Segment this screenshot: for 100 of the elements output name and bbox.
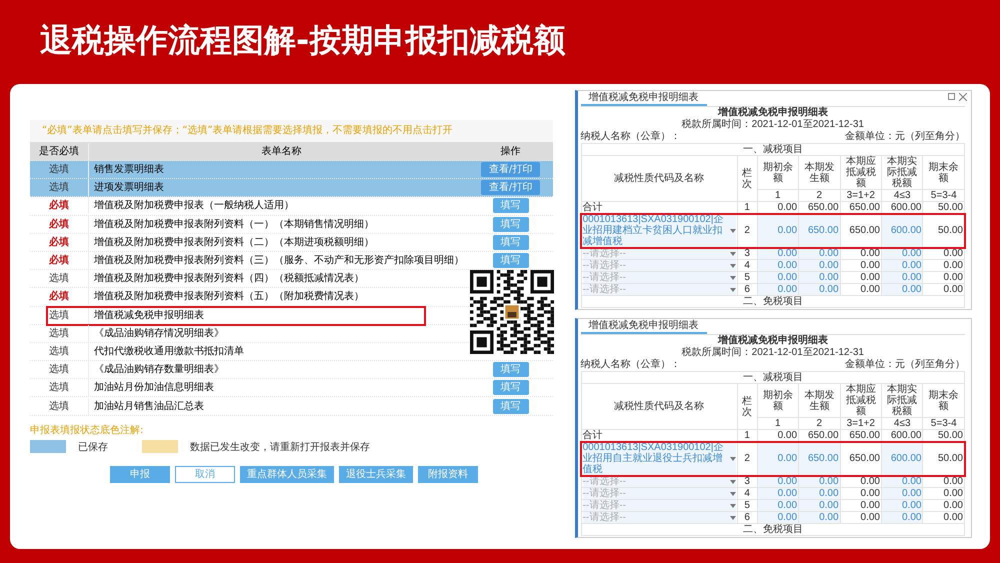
amount-cell: 0.00 (840, 512, 882, 524)
column-header: 本期应抵减税额 (840, 156, 882, 190)
action-button[interactable]: 填写 (492, 398, 529, 414)
form-name-cell: 增值税减免税申报明细表 (88, 306, 469, 324)
line-number: 6 (737, 284, 758, 296)
amount-cell: 0.00 (882, 284, 923, 296)
report-title: 增值税减免税申报明细表 (716, 335, 829, 346)
column-number: 5=3-4 (922, 418, 964, 430)
amount-cell: 0.00 (922, 248, 964, 260)
form-name-cell: 代扣代缴税收通用缴款书抵扣清单 (88, 342, 469, 360)
action-button[interactable]: 查看/打印 (480, 162, 540, 178)
caret-icon (730, 264, 736, 268)
amount-cell: 0.00 (922, 488, 964, 500)
dropdown-field[interactable]: --请选择-- (582, 500, 736, 511)
tab[interactable]: 增值税减免税申报明细表 (580, 320, 707, 334)
column-header: 本期发生额 (798, 384, 840, 418)
taxpayer-label: 纳税人名称（公章）： (580, 131, 681, 143)
caret-icon (730, 504, 736, 508)
requirement-cell-text: 必填 (48, 198, 70, 214)
caret-icon (730, 288, 736, 292)
dropdown-field[interactable]: --请选择-- (582, 260, 736, 271)
requirement-cell-text: 选填 (48, 308, 70, 323)
action-button[interactable]: 填写 (492, 380, 529, 396)
line-number: 6 (737, 512, 758, 524)
requirement-cell-text: 选填 (48, 180, 70, 196)
column-header: 减税性质代码及名称 (581, 156, 738, 202)
action-button[interactable]: 填写 (492, 362, 529, 378)
dropdown-field[interactable]: --请选择-- (582, 272, 736, 283)
form-name-cell: 增值税及附加税费申报表附列资料（三）（服务、不动产和无形资产扣除项目明细） (88, 252, 469, 270)
requirement-cell-text: 必填 (48, 236, 70, 250)
legend-label: 数据已发生改变，请重新打开报表并保存 (190, 440, 370, 454)
amount-cell: 0.00 (840, 284, 882, 296)
column-header: 期初余额 (757, 156, 799, 190)
caret-icon (730, 480, 736, 484)
action-button[interactable]: 填写 (492, 198, 529, 214)
action-button[interactable]: 填写 (492, 216, 529, 232)
amount-cell: 0.00 (922, 260, 964, 272)
column-number: 1 (757, 190, 799, 202)
form-name-cell: 增值税及附加税费申报表附列资料（五）（附加税费情况表） (88, 288, 469, 306)
form-name-cell: 销售发票明细表 (88, 161, 469, 178)
column-number: 4≤3 (882, 418, 923, 430)
column-header: 期末余额 (922, 156, 964, 190)
line-number: 3 (737, 248, 758, 260)
column-header: 期初余额 (757, 384, 799, 418)
amount-cell: 0.00 (882, 272, 923, 284)
requirement-cell-text: 选填 (48, 362, 70, 378)
close-icon[interactable] (959, 93, 967, 101)
action-button[interactable]: 填写 (492, 234, 529, 250)
column-header: 是否必填 (38, 144, 80, 158)
form-name-cell: 《成品油购销存情况明细表》 (88, 324, 469, 342)
legend-label: 已保存 (78, 440, 108, 454)
column-number: 4≤3 (882, 190, 923, 202)
amount-cell: 0.00 (922, 284, 964, 296)
period-text: 税款所属时间：2021-12-01至2021-12-31 (680, 119, 865, 130)
form-name-cell: 进项发票明细表 (88, 179, 469, 196)
amount-cell: 0.00 (757, 214, 799, 248)
requirement-cell-text: 必填 (48, 290, 70, 304)
form-button[interactable]: 附报资料 (418, 466, 478, 483)
column-header: 本期发生额 (798, 156, 840, 190)
action-button[interactable]: 填写 (492, 253, 529, 268)
dropdown-field[interactable]: --请选择-- (582, 488, 736, 499)
total-label: 合计 (582, 430, 603, 441)
amount-cell: 0.00 (922, 476, 964, 488)
requirement-cell-text: 选填 (48, 326, 70, 341)
action-button[interactable]: 查看/打印 (480, 180, 540, 196)
form-button[interactable]: 取消 (175, 466, 235, 483)
tab[interactable]: 增值税减免税申报明细表 (580, 92, 707, 106)
form-button[interactable]: 重点群体人员采集 (240, 466, 334, 483)
amount-cell: 0.00 (922, 500, 964, 512)
dropdown-field[interactable]: --请选择-- (582, 512, 736, 523)
form-name-cell: 加油站月份加油信息明细表 (88, 379, 469, 396)
line-number: 4 (737, 260, 758, 272)
form-name-cell: 增值税及附加税费申报表附列资料（四）（税额抵减情况表） (88, 270, 469, 288)
form-name-cell: 增值税及附加税费申报表附列资料（一）（本期销售情况明细） (88, 216, 469, 233)
requirement-cell-text: 选填 (48, 400, 70, 414)
column-header: 期末余额 (922, 384, 964, 418)
amount-cell: 0.00 (922, 272, 964, 284)
section-header: 一、减税项目 (581, 372, 964, 384)
form-button[interactable]: 申报 (110, 466, 170, 483)
section-header: 二、免税项目 (581, 524, 964, 536)
caret-icon (730, 456, 736, 460)
amount-cell: 650.00 (798, 442, 840, 476)
column-number: 3=1+2 (840, 190, 882, 202)
column-header: 表单名称 (88, 142, 469, 160)
amount-cell: 600.00 (882, 214, 923, 248)
caret-icon (730, 228, 736, 232)
requirement-cell-text: 必填 (48, 218, 70, 232)
amount-cell: 0.00 (882, 500, 923, 512)
form-button[interactable]: 退役士兵采集 (339, 466, 413, 483)
column-number: 1 (757, 418, 799, 430)
amount-cell: 0.00 (882, 512, 923, 524)
column-number: 3=1+2 (840, 418, 882, 430)
notice-text: “必填”表单请点击填写并保存；“选填”表单请根据需要选择填报，不需要填报的不用点击打开 (30, 120, 553, 142)
requirement-cell-text: 选填 (48, 162, 70, 178)
form-name-cell: 加油站月销售油品汇总表 (88, 398, 469, 415)
requirement-cell-text: 选填 (48, 380, 70, 396)
legend-title: 申报表填报状态底色注解: (30, 424, 144, 437)
dropdown-field[interactable]: --请选择-- (582, 284, 736, 295)
section-header: 一、减税项目 (581, 144, 964, 156)
maximize-icon[interactable] (948, 93, 955, 100)
